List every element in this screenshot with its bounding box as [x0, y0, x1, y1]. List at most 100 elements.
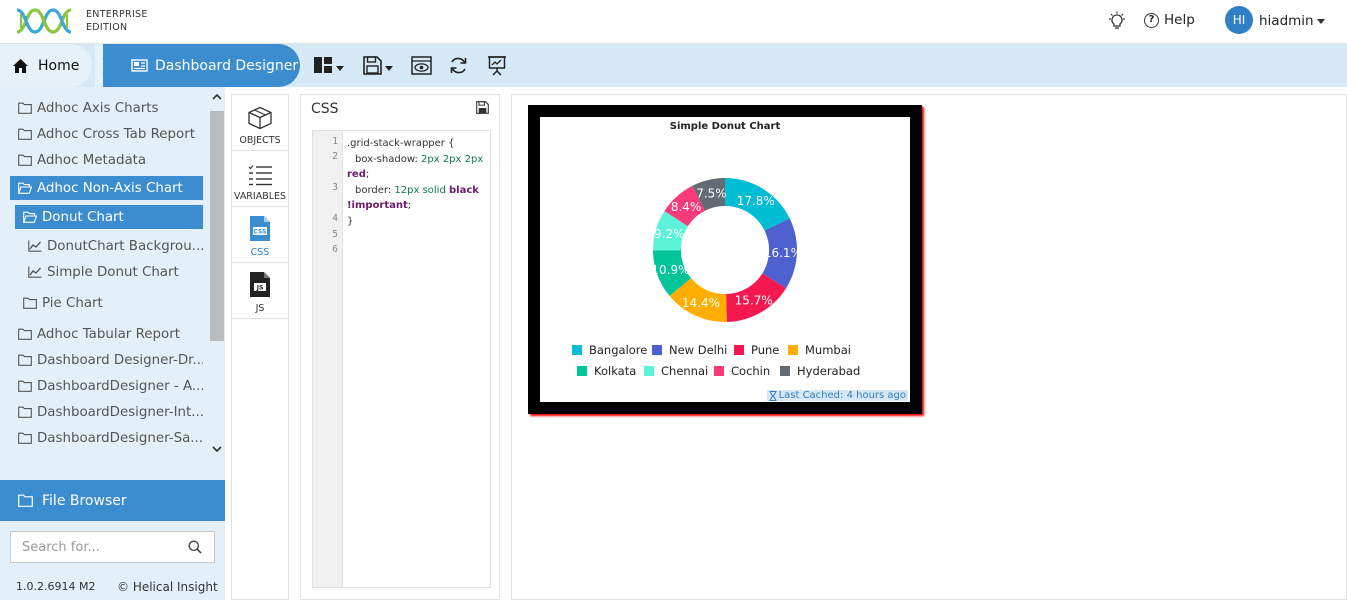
breadcrumb-home-label: Home: [38, 57, 80, 74]
presentation-button[interactable]: [487, 53, 507, 77]
css-value: 12px solid: [394, 184, 446, 196]
legend-item[interactable]: Cochin: [714, 364, 770, 378]
user-menu[interactable]: hiadmin: [1259, 13, 1325, 29]
code-line-3-wrap: !important;: [347, 198, 489, 214]
svg-text:CSS: CSS: [254, 229, 267, 236]
file-browser-button[interactable]: File Browser: [0, 480, 225, 521]
legend-item[interactable]: New Delhi: [652, 343, 727, 357]
legend-swatch: [572, 345, 582, 355]
line-number: 3: [332, 182, 338, 193]
legend-swatch: [734, 345, 744, 355]
help-link[interactable]: ? Help: [1144, 12, 1195, 28]
tree-item-adhoc-tabular-report[interactable]: Adhoc Tabular Report: [18, 322, 203, 346]
legend-label: Hyderabad: [797, 364, 861, 378]
folder-icon: [23, 297, 37, 309]
css-editor-panel: CSS 1 2 3 4 5 6 .grid-stack-wrapper { bo…: [300, 94, 500, 600]
tab-objects-label: OBJECTS: [239, 135, 281, 146]
line-number: 6: [332, 244, 338, 255]
cache-status: Last Cached: 4 hours ago: [766, 390, 908, 401]
tree-item-dashboarddesigner-int[interactable]: DashboardDesigner-Int...: [18, 400, 203, 424]
save-icon: [363, 55, 382, 75]
tree-scrollbar[interactable]: [209, 87, 225, 459]
search-input[interactable]: [11, 533, 176, 561]
tree-item-adhoc-cross-tab-report[interactable]: Adhoc Cross Tab Report: [18, 122, 203, 146]
folder-icon: [18, 406, 32, 418]
tab-css[interactable]: CSS CSS: [232, 207, 288, 263]
chevron-down-icon[interactable]: [212, 444, 222, 454]
legend-item[interactable]: Pune: [734, 343, 779, 357]
dashboard-designer-icon: [131, 58, 148, 72]
tree-item-dashboarddesigner-a[interactable]: DashboardDesigner - A...: [18, 374, 203, 398]
legend-item[interactable]: Chennai: [644, 364, 708, 378]
layout-button[interactable]: [313, 53, 344, 77]
navigation-bar: Home Dashboard Designer: [0, 44, 1347, 87]
legend-item[interactable]: Bangalore: [572, 343, 647, 357]
save-menu-button[interactable]: [363, 53, 393, 77]
cache-status-label: Last Cached: 4 hours ago: [778, 390, 906, 401]
chart-line-icon: [28, 240, 42, 252]
tree-item-label: Dashboard Designer-Dr...: [37, 352, 203, 368]
avatar[interactable]: HI: [1225, 6, 1253, 34]
breadcrumb-home[interactable]: Home: [0, 44, 92, 87]
css-semicolon: ;: [365, 169, 370, 180]
tab-variables[interactable]: VARIABLES: [232, 151, 288, 207]
code-line-2: box-shadow: 2px 2px 2px: [347, 152, 489, 168]
legend-item[interactable]: Kolkata: [577, 364, 636, 378]
tree-item-dashboarddesigner-sa[interactable]: DashboardDesigner-Sa...: [18, 426, 203, 450]
chevron-up-icon[interactable]: [212, 92, 222, 102]
tab-objects[interactable]: OBJECTS: [232, 95, 288, 151]
save-icon[interactable]: [476, 101, 489, 114]
preview-button[interactable]: [411, 53, 432, 77]
tree-item-adhoc-non-axis-chart[interactable]: Adhoc Non-Axis Chart: [10, 176, 203, 200]
line-number: 5: [332, 229, 338, 240]
helical-logo-icon[interactable]: [14, 6, 76, 36]
css-important: !important: [347, 200, 408, 211]
scrollbar-thumb[interactable]: [210, 111, 224, 341]
folder-icon: [18, 354, 32, 366]
editor-title: CSS: [311, 101, 339, 117]
code-editor[interactable]: 1 2 3 4 5 6 .grid-stack-wrapper { box-sh…: [312, 130, 491, 588]
tool-strip: OBJECTS VARIABLES CSS CSS JS JS: [231, 94, 289, 600]
code-line-4: }: [347, 215, 354, 227]
tree-item-pie-chart[interactable]: Pie Chart: [23, 291, 203, 315]
refresh-button[interactable]: [449, 53, 468, 77]
folder-icon: [18, 128, 32, 140]
line-number-gutter: 1 2 3 4 5 6: [313, 131, 343, 587]
legend-item[interactable]: Mumbai: [788, 343, 851, 357]
tree-item-donutchart-background[interactable]: DonutChart Backgrou...: [28, 234, 203, 258]
legend-item[interactable]: Hyderabad: [780, 364, 860, 378]
tree-item-label: Adhoc Cross Tab Report: [37, 126, 195, 142]
tree-item-dashboard-designer-dr[interactable]: Dashboard Designer-Dr...: [18, 348, 203, 372]
tree-item-adhoc-metadata[interactable]: Adhoc Metadata: [18, 148, 203, 172]
tree-item-donut-chart[interactable]: Donut Chart: [15, 205, 203, 229]
help-icon: ?: [1144, 12, 1159, 28]
breadcrumb-dashboard-designer[interactable]: Dashboard Designer: [103, 44, 300, 87]
legend-row: Bangalore New Delhi Pune Mumbai: [540, 343, 910, 361]
slice-data-label: 9.2%: [654, 227, 685, 241]
tree-item-adhoc-axis-charts[interactable]: Adhoc Axis Charts: [18, 96, 203, 120]
chart-widget[interactable]: Simple Donut Chart 17.8% 16.1% 15.7% 14.4% 1…: [528, 105, 922, 414]
search-box: [10, 531, 215, 563]
refresh-icon: [450, 57, 467, 73]
folder-icon: [18, 432, 32, 444]
slice-data-label: 15.7%: [735, 293, 773, 307]
search-button[interactable]: [176, 532, 214, 562]
folder-icon: [18, 154, 32, 166]
tab-js[interactable]: JS JS: [232, 263, 288, 319]
tree-item-label: Simple Donut Chart: [47, 264, 179, 280]
version-label: 1.0.2.6914 M2: [16, 580, 96, 593]
legend-label: Pune: [751, 343, 780, 357]
chart-line-icon: [28, 266, 42, 278]
tree-item-label: Adhoc Non-Axis Chart: [37, 180, 183, 196]
list-icon: [248, 165, 272, 186]
slice-data-label: 17.8%: [737, 194, 775, 208]
lightbulb-icon[interactable]: [1107, 11, 1127, 31]
legend-swatch: [714, 366, 724, 376]
svg-text:JS: JS: [256, 285, 264, 292]
legend-label: Bangalore: [589, 343, 648, 357]
tree-item-simple-donut-chart[interactable]: Simple Donut Chart: [28, 260, 203, 284]
chevron-down-icon: [385, 65, 393, 71]
css-keyword: red: [347, 169, 366, 180]
line-number: 4: [332, 213, 338, 224]
dashboard-canvas[interactable]: Simple Donut Chart 17.8% 16.1% 15.7% 14.4% 1…: [511, 94, 1347, 600]
